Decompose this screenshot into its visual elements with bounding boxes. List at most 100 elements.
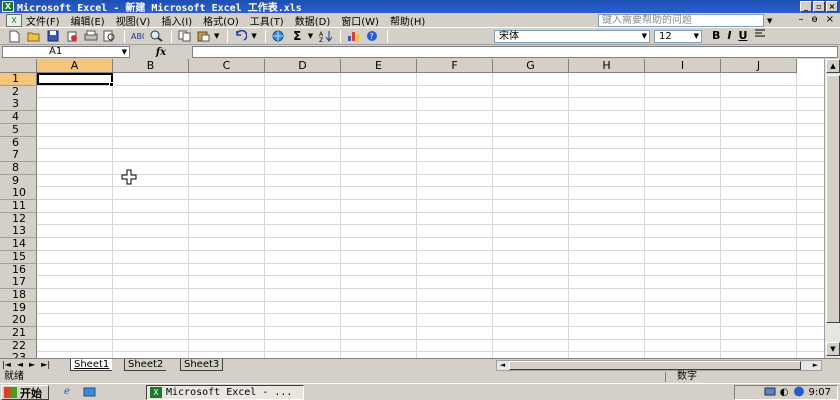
permission-icon[interactable] <box>63 29 80 44</box>
menu-view[interactable]: 视图(V) <box>116 13 151 28</box>
row-header[interactable]: 8 <box>0 161 37 175</box>
help-icon[interactable]: ? <box>364 29 381 44</box>
workbook-icon[interactable]: X <box>6 13 22 27</box>
font-name-select[interactable]: 宋体 ▼ <box>494 30 650 43</box>
formula-input[interactable] <box>192 46 838 58</box>
menu-file[interactable]: 文件(F) <box>26 13 60 28</box>
next-sheet-icon[interactable]: ► <box>29 360 35 369</box>
first-sheet-icon[interactable]: |◄ <box>2 360 11 369</box>
column-header[interactable]: J <box>721 59 797 73</box>
help-search-input[interactable]: 键入需要帮助的问题 <box>598 14 764 27</box>
hyperlink-icon[interactable] <box>270 29 287 44</box>
insert-function-icon[interactable]: fx <box>130 47 192 58</box>
italic-button[interactable]: I <box>727 29 731 42</box>
sheet-tab-2[interactable]: Sheet2 <box>124 359 167 371</box>
print-preview-icon[interactable] <box>101 29 118 44</box>
column-header[interactable]: F <box>417 59 493 73</box>
paste-icon[interactable] <box>195 29 212 44</box>
select-all-corner[interactable] <box>0 59 37 73</box>
scroll-left-icon[interactable]: ◄ <box>497 361 508 370</box>
align-left-icon[interactable] <box>754 29 766 42</box>
row-gridline <box>37 122 824 124</box>
doc-restore-button[interactable]: ɵ <box>811 14 817 25</box>
menu-format[interactable]: 格式(O) <box>203 13 239 28</box>
row-header[interactable]: 18 <box>0 288 37 302</box>
column-header[interactable]: I <box>645 59 721 73</box>
doc-minimize-button[interactable]: – <box>798 14 803 25</box>
column-gridline <box>796 73 797 358</box>
minimize-button[interactable]: _ <box>800 1 812 12</box>
horizontal-scroll-thumb[interactable] <box>509 361 801 370</box>
taskbar-excel-button[interactable]: X Microsoft Excel - ... <box>146 385 304 400</box>
excel-app-icon[interactable]: X <box>2 1 14 12</box>
undo-icon[interactable] <box>232 29 249 44</box>
vertical-scrollbar[interactable]: ▲ ▼ <box>824 59 840 358</box>
prev-sheet-icon[interactable]: ◄ <box>17 360 23 369</box>
vertical-scroll-thumb[interactable] <box>826 75 840 323</box>
new-file-icon[interactable] <box>6 29 23 44</box>
paste-dropdown-icon[interactable]: ▼ <box>214 32 219 40</box>
save-icon[interactable] <box>44 29 61 44</box>
column-header[interactable]: E <box>341 59 417 73</box>
row-header[interactable]: 15 <box>0 250 37 264</box>
network-icon[interactable] <box>764 386 776 400</box>
scroll-up-icon[interactable]: ▲ <box>826 59 840 73</box>
font-name-value: 宋体 <box>499 31 519 42</box>
undo-dropdown-icon[interactable]: ▼ <box>251 32 256 40</box>
column-gridline <box>720 73 721 358</box>
autosum-icon[interactable]: Σ <box>289 29 306 44</box>
name-box[interactable]: A1 ▼ <box>2 46 130 58</box>
ime-icon[interactable] <box>793 386 805 400</box>
start-button[interactable]: 开始 <box>1 385 49 400</box>
research-icon[interactable] <box>148 29 165 44</box>
worksheet-grid[interactable]: ABCDEFGHIJ 1 2 3 4 5 6 7 8 9 10 11 12 13 14 15 16 17 18 19… <box>0 59 824 358</box>
underline-button[interactable]: U <box>738 29 747 42</box>
row-gridline <box>37 160 824 162</box>
show-desktop-icon[interactable] <box>82 386 96 399</box>
start-label: 开始 <box>20 386 42 400</box>
row-gridline <box>37 262 824 264</box>
open-folder-icon[interactable] <box>25 29 42 44</box>
scroll-down-icon[interactable]: ▼ <box>826 342 840 356</box>
column-header[interactable]: G <box>493 59 569 73</box>
menu-help[interactable]: 帮助(H) <box>390 13 425 28</box>
fill-handle[interactable] <box>109 82 114 87</box>
column-header[interactable]: A <box>37 59 113 73</box>
horizontal-scrollbar[interactable]: ◄ ► <box>496 360 822 371</box>
spelling-icon[interactable]: ABC <box>129 29 146 44</box>
print-icon[interactable] <box>82 29 99 44</box>
menu-window[interactable]: 窗口(W) <box>341 13 379 28</box>
column-header[interactable]: B <box>113 59 189 73</box>
autosum-dropdown-icon[interactable]: ▼ <box>308 32 313 40</box>
sort-ascending-icon[interactable]: AZ <box>317 29 334 44</box>
font-size-select[interactable]: 12 ▼ <box>654 30 702 43</box>
volume-icon[interactable]: ◐ <box>780 387 789 398</box>
last-sheet-icon[interactable]: ►| <box>41 360 50 369</box>
copy-icon[interactable] <box>176 29 193 44</box>
help-dropdown-icon[interactable]: ▼ <box>767 17 772 25</box>
column-header[interactable]: H <box>569 59 645 73</box>
restore-button[interactable]: ▫ <box>813 1 825 12</box>
sheet-tab-1[interactable]: Sheet1 <box>70 359 113 371</box>
ie-browser-icon[interactable]: ℯ <box>60 386 74 399</box>
doc-close-button[interactable]: × <box>826 14 834 25</box>
menu-edit[interactable]: 编辑(E) <box>71 13 105 28</box>
name-box-dropdown-icon[interactable]: ▼ <box>122 47 127 57</box>
sheet-tab-3[interactable]: Sheet3 <box>180 359 224 371</box>
bold-button[interactable]: B <box>712 29 720 42</box>
chart-wizard-icon[interactable] <box>345 29 362 44</box>
close-button[interactable]: × <box>826 1 838 12</box>
column-header[interactable]: D <box>265 59 341 73</box>
active-cell-a1[interactable] <box>37 73 113 85</box>
column-header[interactable]: C <box>189 59 265 73</box>
scroll-right-icon[interactable]: ► <box>810 361 821 370</box>
windows-taskbar: 开始 ℯ X Microsoft Excel - ... ◐ 9:07 <box>0 383 840 400</box>
name-box-value: A1 <box>49 46 63 57</box>
menu-insert[interactable]: 插入(I) <box>161 13 192 28</box>
font-dropdown-icon[interactable]: ▼ <box>642 31 647 42</box>
title-bar[interactable]: X Microsoft Excel - 新建 Microsoft Excel 工… <box>0 0 840 14</box>
row-header[interactable]: 5 <box>0 123 37 137</box>
size-dropdown-icon[interactable]: ▼ <box>694 31 699 42</box>
menu-data[interactable]: 数据(D) <box>295 13 331 28</box>
menu-tools[interactable]: 工具(T) <box>250 13 284 28</box>
